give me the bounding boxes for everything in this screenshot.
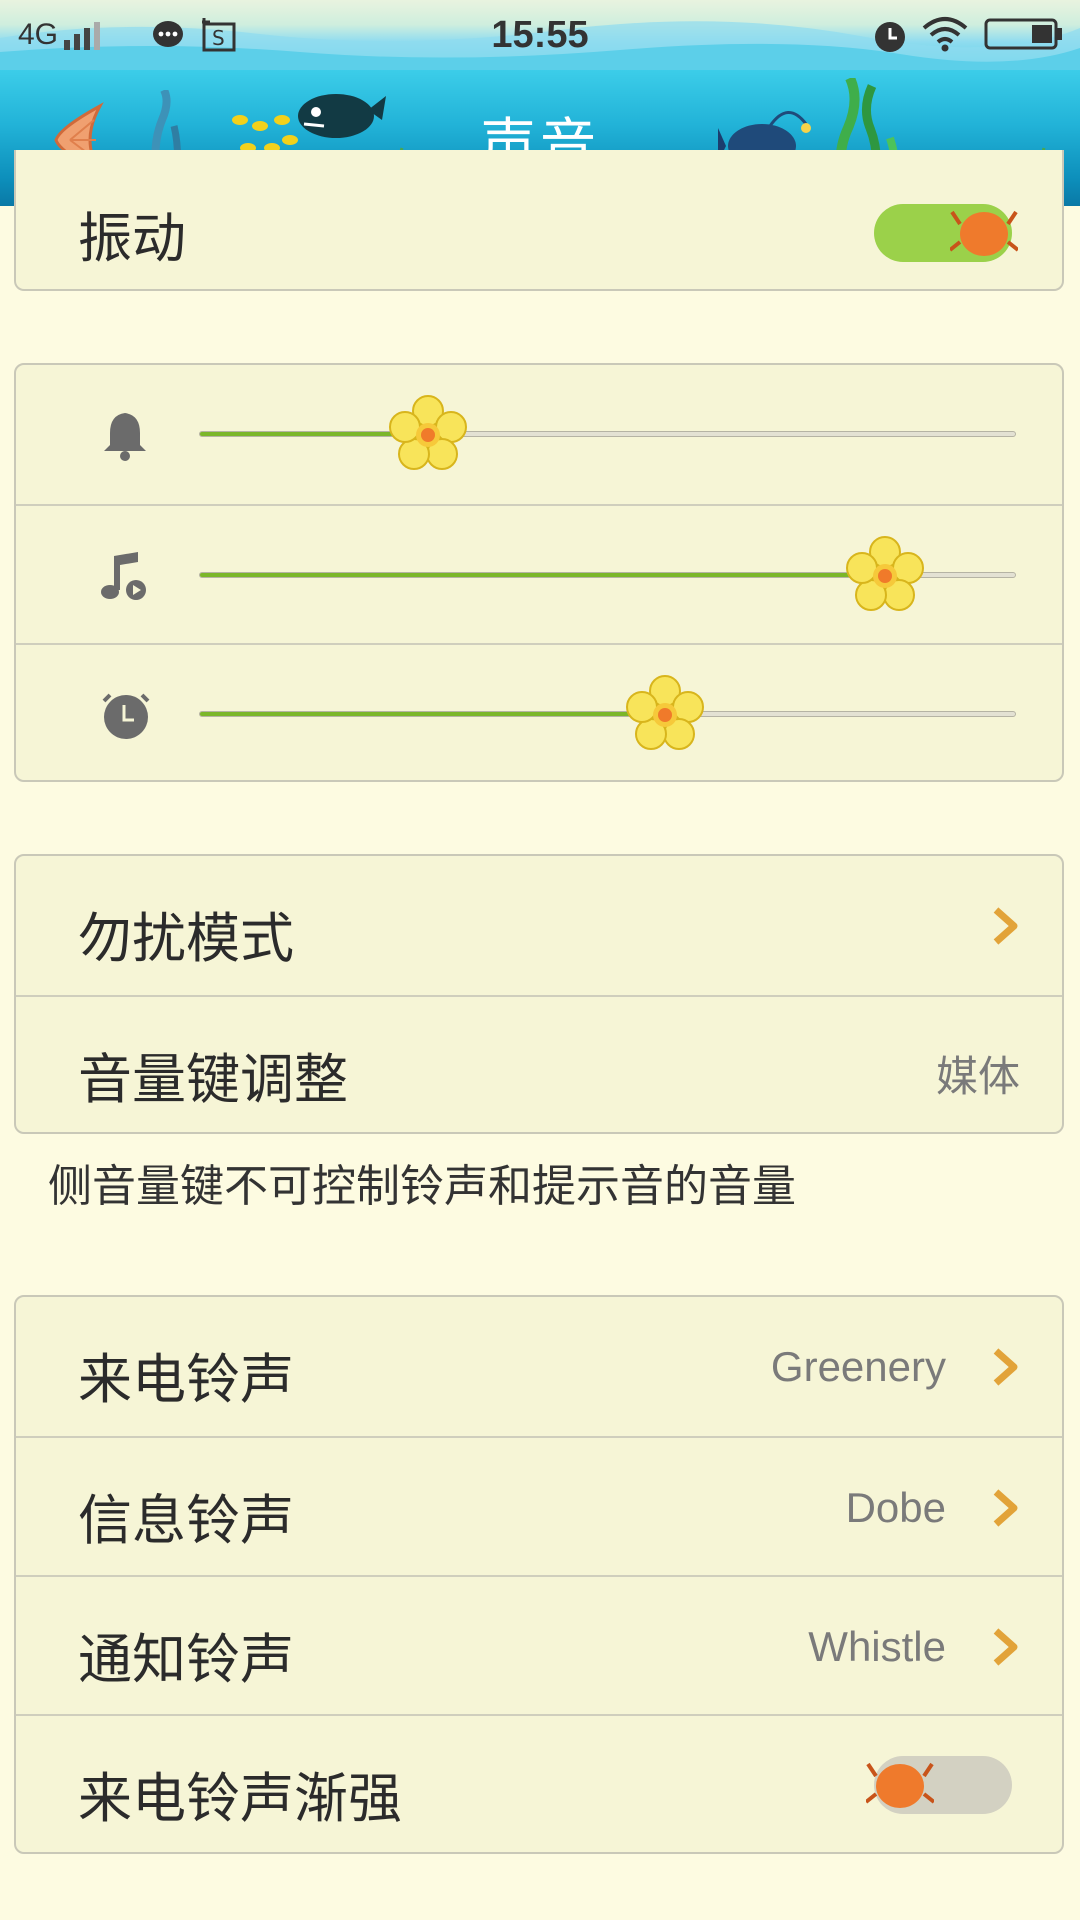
music-note-icon [101,552,146,600]
status-time: 15:55 [491,14,589,56]
incoming-ringtone-row[interactable]: 来电铃声 Greenery [16,1297,1062,1436]
message-ringtone-label: 信息铃声 [78,1489,294,1552]
ring-volume-slider[interactable] [199,431,1016,437]
status-bar: 4G S 15:55 [0,0,1080,70]
notification-ringtone-label: 通知铃声 [78,1628,294,1691]
alarm-status-icon [875,22,905,52]
alarm-volume-slider[interactable] [199,711,1016,717]
do-not-disturb-label: 勿扰模式 [78,907,294,970]
chevron-right-icon [993,1348,1018,1386]
crab-icon [950,210,1018,256]
vibration-row[interactable]: 振动 [16,150,1062,289]
volume-key-row[interactable]: 音量键调整 媒体 [16,995,1062,1132]
volume-key-label: 音量键调整 [78,1048,348,1111]
volume-key-value: 媒体 [935,1053,1020,1100]
vibration-card: 振动 [14,150,1064,291]
alarm-volume-row [16,643,1062,780]
bell-icon [104,413,146,461]
ringtone-card: 来电铃声 Greenery 信息铃声 Dobe 通知铃声 Whistle 来电铃… [14,1295,1064,1854]
wifi-icon [922,17,968,52]
mode-card: 勿扰模式 音量键调整 媒体 [14,854,1064,1134]
notification-ringtone-value: Whistle [808,1623,946,1670]
chevron-right-icon [993,1628,1018,1666]
chevron-right-icon [993,1489,1018,1527]
slider-thumb-flower[interactable] [843,534,927,618]
vibration-label: 振动 [78,207,186,270]
incoming-ringtone-label: 来电铃声 [78,1348,294,1411]
do-not-disturb-row[interactable]: 勿扰模式 [16,856,1062,995]
ring-volume-row [16,365,1062,504]
slider-thumb-flower[interactable] [386,393,470,477]
chevron-right-icon [993,907,1018,945]
message-ringtone-value: Dobe [845,1484,946,1531]
slider-thumb-flower[interactable] [623,673,707,757]
volume-key-hint: 侧音量键不可控制铃声和提示音的音量 [48,1161,796,1212]
crab-icon [866,1762,934,1808]
alarm-clock-icon [102,693,150,739]
incoming-ringtone-value: Greenery [770,1343,946,1390]
media-volume-row [16,504,1062,645]
battery-icon [984,18,1062,50]
volume-card [14,363,1064,782]
ring-fade-in-toggle[interactable] [866,1756,1012,1814]
message-ringtone-row[interactable]: 信息铃声 Dobe [16,1436,1062,1577]
ring-fade-in-row[interactable]: 来电铃声渐强 [16,1714,1062,1852]
notification-ringtone-row[interactable]: 通知铃声 Whistle [16,1575,1062,1716]
ring-fade-in-label: 来电铃声渐强 [78,1767,402,1830]
vibration-toggle[interactable] [874,204,1018,262]
